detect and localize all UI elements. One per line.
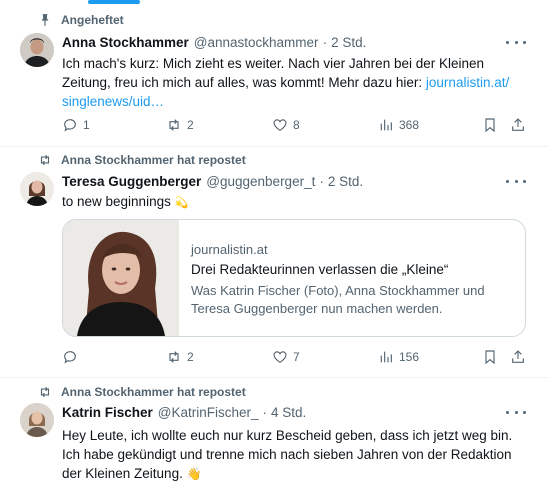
reply-count: 1 <box>83 118 90 132</box>
tweet-body: Ich mach's kurz: Mich zieht es weiter. N… <box>62 56 485 90</box>
link-card[interactable]: journalistin.at Drei Redakteurinnen verl… <box>62 219 526 337</box>
avatar[interactable] <box>20 33 54 67</box>
waving-hand-emoji: 👋 <box>186 467 202 481</box>
card-photo <box>63 220 179 336</box>
social-context-text: Anna Stockhammer hat repostet <box>61 153 246 167</box>
separator-dot: · <box>262 405 268 420</box>
tweet-text: to new beginnings 💫 <box>62 192 532 213</box>
repost-icon <box>169 351 179 363</box>
tweet-text: Ich mach's kurz: Mich zieht es weiter. N… <box>62 54 532 111</box>
author-handle[interactable]: @annastockhammer <box>194 35 319 50</box>
reply-button[interactable] <box>62 349 83 365</box>
pin-icon <box>41 14 49 26</box>
timestamp[interactable]: 4 Std. <box>271 405 306 420</box>
card-description: Was Katrin Fischer (Foto), Anna Stockham… <box>191 283 485 316</box>
tweet-repost-teresa[interactable]: Anna Stockhammer hat repostet Teresa Gug… <box>0 146 548 378</box>
view-count: 156 <box>399 350 420 364</box>
tweet-header: Teresa Guggenberger @guggenberger_t · 2 … <box>62 174 363 189</box>
like-button[interactable]: 8 <box>272 117 300 133</box>
repost-icon <box>40 386 50 398</box>
heart-icon <box>273 351 287 364</box>
avatar[interactable] <box>20 172 54 206</box>
avatar-photo <box>20 403 54 437</box>
social-context-text: Anna Stockhammer hat repostet <box>61 385 246 399</box>
avatar-photo <box>20 33 54 67</box>
tweet-header: Katrin Fischer @KatrinFischer_ · 4 Std. <box>62 405 306 420</box>
separator-dot: · <box>322 35 328 50</box>
dizzy-emoji: 💫 <box>174 197 189 209</box>
views-icon <box>380 351 392 363</box>
repost-icon <box>40 154 50 166</box>
avatar-photo <box>20 172 54 206</box>
tweet-body: to new beginnings <box>62 194 171 209</box>
repost-count: 2 <box>187 118 194 132</box>
tweet-repost-katrin[interactable]: Anna Stockhammer hat repostet Katrin Fis… <box>0 377 548 481</box>
bookmark-icon <box>485 350 495 365</box>
repost-label: Anna Stockhammer hat repostet <box>38 384 246 400</box>
repost-icon <box>169 119 179 131</box>
author-handle[interactable]: @KatrinFischer_ <box>158 405 259 420</box>
avatar[interactable] <box>20 403 54 437</box>
share-button[interactable] <box>510 349 531 365</box>
timestamp[interactable]: 2 Std. <box>331 35 366 50</box>
tweet-body-line-2: Ich habe gekündigt und trenne mich nach … <box>62 447 512 462</box>
like-count: 7 <box>293 350 300 364</box>
reply-icon <box>64 351 76 364</box>
more-options-button[interactable] <box>506 35 526 49</box>
author-name[interactable]: Anna Stockhammer <box>62 35 189 50</box>
card-domain: journalistin.at <box>191 242 268 257</box>
share-button[interactable] <box>510 117 531 133</box>
views-icon <box>380 119 392 131</box>
reply-icon <box>64 119 76 132</box>
tweet-body-line-3: der Kleinen Zeitung. <box>62 466 183 481</box>
author-handle[interactable]: @guggenberger_t <box>206 174 315 189</box>
social-context-text: Angeheftet <box>61 13 124 27</box>
separator-dot: · <box>319 174 324 189</box>
bookmark-button[interactable] <box>482 117 503 133</box>
timestamp[interactable]: 2 Std. <box>328 174 363 189</box>
tweet-body-line-1: Hey Leute, ich wollte euch nur kurz Besc… <box>62 428 513 443</box>
reply-button[interactable]: 1 <box>62 117 90 133</box>
like-button[interactable]: 7 <box>272 349 300 365</box>
like-count: 8 <box>293 118 300 132</box>
bookmark-icon <box>485 118 495 133</box>
repost-button[interactable]: 2 <box>166 117 194 133</box>
views-button[interactable]: 368 <box>378 117 419 133</box>
repost-count: 2 <box>187 350 194 364</box>
tweet-actions: 1 2 8 368 <box>62 117 528 135</box>
view-count: 368 <box>399 118 420 132</box>
card-image <box>63 220 179 336</box>
bookmark-button[interactable] <box>482 349 503 365</box>
more-options-button[interactable] <box>506 174 526 188</box>
repost-label: Anna Stockhammer hat repostet <box>38 152 246 168</box>
share-icon <box>512 350 524 363</box>
views-button[interactable]: 156 <box>378 349 419 365</box>
repost-button[interactable]: 2 <box>166 349 194 365</box>
author-name[interactable]: Katrin Fischer <box>62 405 153 420</box>
tweet-header: Anna Stockhammer @annastockhammer · 2 St… <box>62 35 366 50</box>
author-name[interactable]: Teresa Guggenberger <box>62 174 201 189</box>
share-icon <box>512 118 524 131</box>
more-options-button[interactable] <box>506 405 526 419</box>
card-title: Drei Redakteurinnen verlassen die „Klein… <box>191 262 449 277</box>
tweet-text: Hey Leute, ich wollte euch nur kurz Besc… <box>62 426 532 484</box>
heart-icon <box>273 119 287 132</box>
tweet-actions: 2 7 156 <box>62 349 528 367</box>
tweet-pinned[interactable]: Angeheftet Anna Stockhammer @annastockha… <box>0 0 548 147</box>
pinned-label: Angeheftet <box>38 12 124 28</box>
